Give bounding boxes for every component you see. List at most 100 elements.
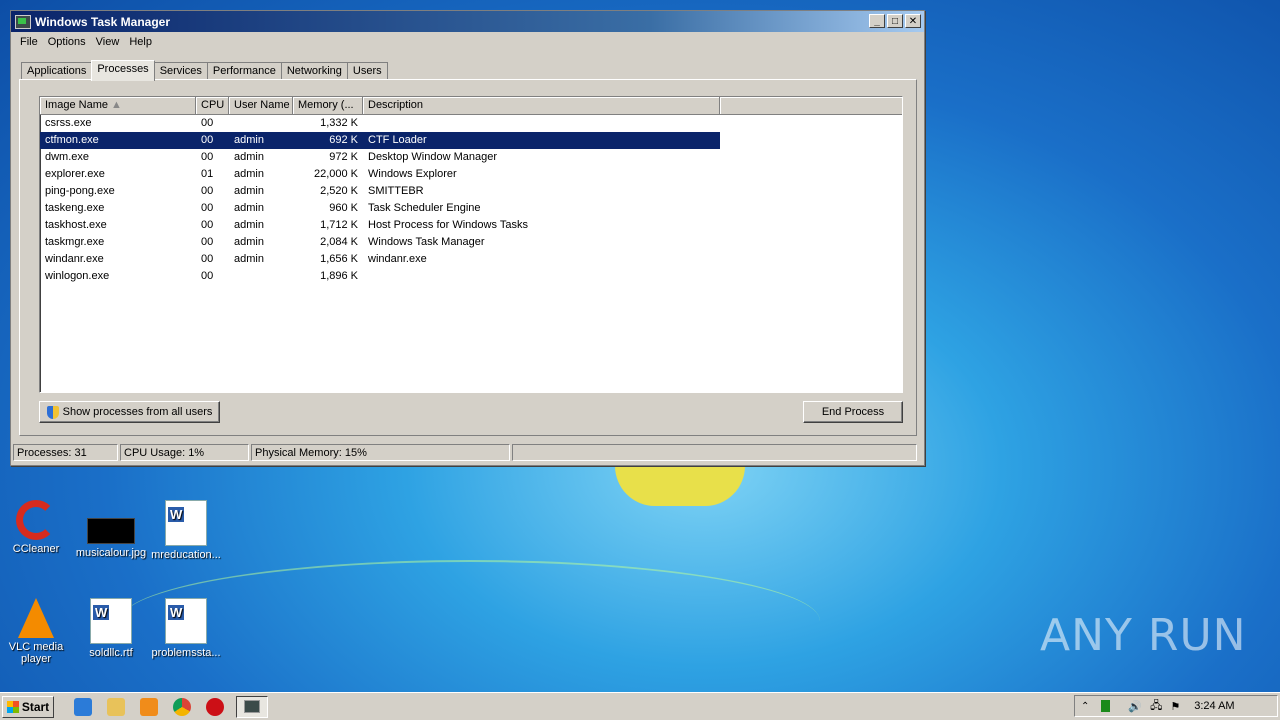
tab-users[interactable]: Users (346, 62, 388, 80)
desktop-icon-mreducation[interactable]: W mreducation... (150, 500, 222, 561)
tray-chevron-icon[interactable]: ⌃ (1081, 701, 1089, 712)
menu-view[interactable]: View (91, 36, 125, 48)
desktop-icon-label: VLC media player (8, 641, 64, 665)
process-image-name: ctfmon.exe (40, 132, 196, 149)
desktop-icon-problemssta[interactable]: W problemssta... (150, 598, 222, 659)
network-icon[interactable]: 🖧 (1150, 697, 1162, 716)
process-memory: 692 K (293, 132, 363, 149)
process-row[interactable]: winlogon.exe 00 1,896 K (40, 268, 902, 285)
column-filler (720, 97, 902, 114)
column-cpu[interactable]: CPU (196, 97, 229, 114)
process-description: windanr.exe (368, 253, 427, 265)
process-memory: 2,084 K (320, 236, 358, 248)
tab-networking[interactable]: Networking (280, 62, 348, 80)
process-list[interactable]: Image Name ▲ CPU User Name Memory (... D… (39, 96, 903, 393)
minimize-button[interactable]: _ (869, 14, 885, 28)
internet-explorer-icon[interactable] (74, 697, 92, 716)
process-image-name: taskeng.exe (45, 202, 105, 214)
process-memory: 1,332 K (320, 117, 358, 129)
maximize-button[interactable]: □ (887, 14, 903, 28)
process-user-name: admin (234, 202, 264, 214)
show-all-processes-button[interactable]: Show processes from all users (39, 401, 220, 423)
shield-icon (46, 405, 59, 419)
process-row[interactable]: ping-pong.exe 00 admin 2,520 K SMITTEBR (40, 183, 902, 200)
process-memory: 960 K (329, 202, 358, 214)
tab-services[interactable]: Services (153, 62, 208, 80)
title-bar[interactable]: Windows Task Manager _ □ ✕ (11, 11, 924, 32)
process-description: Task Scheduler Engine (368, 202, 481, 214)
process-memory: 972 K (329, 151, 358, 163)
desktop-icon-musicalour[interactable]: musicalour.jpg (75, 500, 147, 559)
menu-file[interactable]: File (15, 36, 43, 48)
desktop-icon-ccleaner[interactable]: CCleaner (0, 500, 72, 555)
status-empty (512, 444, 917, 461)
process-description: Host Process for Windows Tasks (368, 219, 528, 231)
image-file-icon (87, 518, 135, 544)
process-user-name (229, 115, 293, 132)
process-image-name: windanr.exe (45, 253, 104, 265)
process-image-name: dwm.exe (45, 151, 90, 163)
process-row[interactable]: explorer.exe 01 admin 22,000 K Windows Explo… (40, 166, 902, 183)
desktop-icon-label: musicalour.jpg (75, 547, 147, 559)
process-image-name: explorer.exe (45, 168, 105, 180)
column-image-name[interactable]: Image Name ▲ (40, 97, 196, 114)
process-row[interactable]: dwm.exe 00 admin 972 K Desktop Window Manage… (40, 149, 902, 166)
word-doc-icon: W (165, 500, 207, 546)
tray-green-icon[interactable] (1101, 700, 1111, 712)
process-user-name: admin (234, 151, 264, 163)
word-doc-icon: W (90, 598, 132, 644)
tab-processes[interactable]: Processes (91, 60, 155, 81)
process-description: Windows Task Manager (368, 236, 485, 248)
media-player-icon[interactable] (140, 697, 158, 716)
process-image-name: winlogon.exe (45, 270, 110, 282)
column-description[interactable]: Description (363, 97, 720, 114)
process-row[interactable]: csrss.exe 00 1,332 K (40, 115, 902, 132)
process-description (363, 268, 720, 285)
action-center-flag-icon[interactable]: ⚑ (1170, 700, 1180, 713)
start-button[interactable]: Start (2, 695, 54, 718)
process-row[interactable]: taskmgr.exe 00 admin 2,084 K Windows Task Ma… (40, 234, 902, 251)
tab-performance[interactable]: Performance (206, 62, 282, 80)
taskbar-task-manager-button[interactable] (236, 695, 268, 718)
status-physical-memory: Physical Memory: 15% (251, 444, 510, 461)
process-rows: csrss.exe 00 1,332 Kctfmon.exe 00 admin 692 K… (40, 115, 902, 285)
task-manager-icon (15, 14, 31, 29)
process-memory: 1,712 K (320, 219, 358, 231)
column-memory[interactable]: Memory (... (293, 97, 363, 114)
column-user-name[interactable]: User Name (229, 97, 293, 114)
process-memory: 2,520 K (320, 185, 358, 197)
menu-help[interactable]: Help (124, 36, 157, 48)
desktop-icon-label: problemssta... (151, 647, 221, 659)
chrome-icon[interactable] (173, 697, 191, 716)
process-cpu: 00 (201, 151, 214, 163)
close-button[interactable]: ✕ (905, 14, 921, 28)
process-cpu: 00 (201, 185, 214, 197)
process-list-header: Image Name ▲ CPU User Name Memory (... D… (40, 97, 902, 115)
wallpaper-streak (120, 560, 820, 682)
opera-icon[interactable] (206, 697, 224, 716)
process-user-name: admin (234, 219, 264, 231)
process-row[interactable]: ctfmon.exe 00 admin 692 K CTF Loader (40, 132, 902, 149)
process-row[interactable]: taskeng.exe 00 admin 960 K Task Scheduler En… (40, 200, 902, 217)
task-manager-icon (244, 700, 260, 713)
process-description (363, 115, 720, 132)
status-cpu-usage: CPU Usage: 1% (120, 444, 249, 461)
window-title: Windows Task Manager (35, 14, 171, 29)
process-image-name: taskhost.exe (45, 219, 107, 231)
desktop-icon-label: CCleaner (12, 543, 60, 555)
desktop-icon-soldllc[interactable]: W soldllc.rtf (75, 598, 147, 659)
process-row[interactable]: windanr.exe 00 admin 1,656 K windanr.exe (40, 251, 902, 268)
end-process-button[interactable]: End Process (803, 401, 903, 423)
process-user-name: admin (234, 168, 264, 180)
folder-icon[interactable] (107, 697, 125, 716)
process-row[interactable]: taskhost.exe 00 admin 1,712 K Host Process f… (40, 217, 902, 234)
menu-options[interactable]: Options (43, 36, 91, 48)
desktop-icon-vlc[interactable]: VLC media player (0, 598, 72, 665)
volume-icon[interactable]: 🔊 (1128, 700, 1142, 713)
process-cpu: 00 (201, 117, 214, 129)
menu-bar: File Options View Help (11, 32, 924, 52)
tab-applications[interactable]: Applications (21, 62, 93, 80)
ccleaner-icon (16, 500, 56, 540)
clock[interactable]: 3:24 AM (1194, 700, 1234, 712)
vlc-icon (18, 598, 54, 638)
